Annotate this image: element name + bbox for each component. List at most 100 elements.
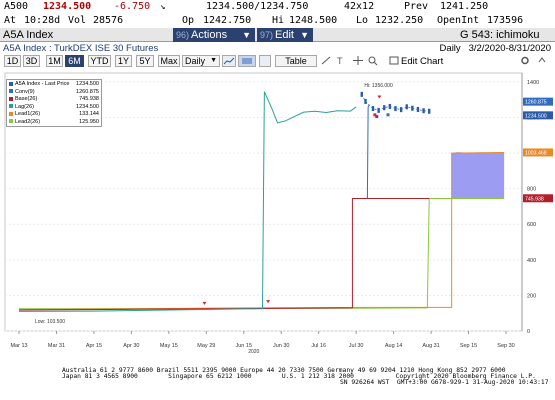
footer: Australia 61 2 9777 8600 Brazil 5511 239… [0, 365, 555, 400]
price-tag: 1260.875 [523, 97, 553, 106]
settings-gear-icon[interactable] [520, 55, 530, 67]
chart-legend[interactable]: A5A Index - Last Price 1234.500 Conv(9) 126… [6, 79, 102, 127]
period-ytd-button[interactable]: YTD [88, 55, 111, 67]
text-icon[interactable]: T [335, 55, 347, 67]
security-title: A5A Index [3, 29, 54, 41]
legend-item[interactable]: Lead1(26) 133.144 [9, 111, 99, 119]
y-axis: 14001200100080060040020001260.8751234.50… [521, 73, 553, 335]
line-chart-icon[interactable] [222, 55, 236, 67]
quote-vol: 28576 [93, 15, 124, 26]
legend-name: Base(26) [15, 96, 38, 102]
x-tick-label: Aug 31 [422, 343, 439, 349]
chart-toolbar: 1D 3D 1M 6M YTD 1Y 5Y Max Daily ▼ Table … [0, 55, 555, 68]
zoom-icon[interactable] [367, 55, 379, 67]
quote-size: 42x12 [344, 1, 375, 12]
quote-low-label: Lo [356, 15, 369, 26]
quote-openint-label: OpenInt [437, 15, 480, 26]
x-tick-label: Aug 14 [385, 343, 402, 349]
legend-value: 1234.500 [76, 81, 99, 87]
period-1d-button[interactable]: 1D [4, 55, 21, 67]
edit-number: 97) [260, 30, 274, 40]
arrow-down-icon: ↘ [160, 2, 166, 12]
period-label: Daily [439, 43, 461, 54]
quote-symbol: A500 [4, 1, 29, 12]
legend-item[interactable]: Lead2(26) 125.950 [9, 119, 99, 127]
chevron-down-icon: ▼ [210, 57, 217, 64]
legend-name: A5A Index - Last Price [15, 81, 70, 87]
edit-chart-icon[interactable] [389, 55, 399, 67]
edit-menu-button[interactable]: 97) Edit ▼ [257, 28, 313, 42]
quote-low: 1232.250 [375, 15, 424, 26]
period-3d-button[interactable]: 3D [23, 55, 40, 67]
legend-value: 1234.500 [76, 103, 99, 110]
quote-time-label: At [4, 15, 17, 26]
x-tick-label: May 15 [160, 343, 178, 349]
period-6m-button[interactable]: 6M [65, 55, 84, 67]
y-tick-label: 1400 [527, 80, 539, 86]
quote-high: 1248.500 [289, 15, 338, 26]
high-annotation: Hi: 1356.000 [364, 83, 393, 89]
chevron-down-icon: ▼ [242, 30, 251, 40]
legend-value: 133.144 [79, 111, 99, 117]
settings-icon[interactable] [259, 55, 271, 67]
footer-session: SN 926264 WST GMT+3:00 G678-929-1 31-Aug… [340, 379, 549, 386]
period-1m-button[interactable]: 1M [46, 55, 63, 67]
price-tag: 1234.500 [523, 111, 553, 120]
price-tag-label: 1003.468 [525, 150, 547, 156]
x-tick-label: May 29 [197, 343, 215, 349]
legend-name: Lead2(26) [15, 118, 41, 125]
crosshair-icon[interactable] [352, 55, 364, 67]
edit-chart-button[interactable]: Edit Chart [401, 56, 443, 67]
quote-change: -6.750 [114, 1, 151, 12]
x-tick-label: Sep 15 [460, 343, 477, 349]
x-tick-label: Sep 30 [497, 343, 514, 349]
quote-high-label: Hi [272, 15, 285, 26]
chart-type-icon[interactable] [238, 55, 256, 67]
quote-prev: 1241.250 [440, 1, 489, 12]
edit-label: Edit [275, 29, 294, 41]
x-year-label: 2020 [248, 349, 259, 355]
quote-row-2: At 10:28d Vol 28576 Op 1242.750 Hi 1248.… [0, 14, 555, 28]
chevron-down-icon: ▼ [300, 30, 309, 40]
title-bar: A5A Index 96) Actions ▼ 97) Edit ▼ G 543: … [0, 28, 555, 42]
period-1y-button[interactable]: 1Y [115, 55, 132, 67]
quote-last-price: 1234.500 [43, 1, 92, 12]
draw-icon[interactable] [320, 55, 332, 67]
x-tick-label: Jun 30 [273, 343, 290, 349]
price-bar [371, 106, 375, 112]
actions-menu-button[interactable]: 96) Actions ▼ [173, 28, 255, 42]
frequency-value: Daily [185, 56, 206, 66]
x-tick-label: Apr 30 [123, 343, 139, 349]
legend-item[interactable]: Base(26) 745.938 [9, 96, 99, 104]
svg-text:T: T [337, 56, 343, 66]
legend-item[interactable]: Lag(26) 1234.500 [9, 104, 99, 112]
quote-openint: 173596 [487, 15, 524, 26]
quote-bid-ask: 1234.500/1234.750 [206, 1, 309, 12]
legend-item[interactable]: Conv(9) 1260.875 [9, 89, 99, 97]
expand-icon[interactable] [537, 55, 547, 67]
frequency-select[interactable]: Daily ▼ [182, 55, 220, 67]
legend-value: 125.950 [79, 118, 99, 125]
price-tag: 1003.468 [523, 148, 553, 157]
y-tick-label: 400 [527, 258, 536, 264]
ichimoku-cloud [451, 152, 505, 199]
legend-swatch [9, 111, 13, 116]
x-tick-label: Jul 16 [311, 343, 326, 349]
signal-marker [375, 115, 379, 119]
x-tick-label: Mar 31 [48, 343, 65, 349]
subtitle-bar: A5A Index : TurkDEX ISE 30 Futures Daily… [0, 43, 555, 55]
quote-vol-label: Vol [68, 15, 87, 26]
table-button[interactable]: Table [275, 55, 317, 67]
x-axis: Mar 13 Mar 31 Apr 15 Apr 30 May 15 May 29 Jun … [10, 331, 515, 355]
period-5y-button[interactable]: 5Y [136, 55, 154, 67]
security-description: A5A Index : TurkDEX ISE 30 Futures [3, 43, 159, 54]
legend-item[interactable]: A5A Index - Last Price 1234.500 [9, 81, 99, 89]
y-tick-label: 0 [527, 329, 530, 335]
signal-marker [386, 113, 390, 117]
y-tick-label: 800 [527, 187, 536, 193]
quote-open-label: Op [182, 15, 195, 26]
legend-swatch [9, 89, 13, 94]
x-tick-label: Mar 13 [10, 343, 27, 349]
period-max-button[interactable]: Max [158, 55, 180, 67]
quote-row-1: A500 1234.500 -6.750 ↘ 1234.500/1234.750… [0, 0, 555, 14]
